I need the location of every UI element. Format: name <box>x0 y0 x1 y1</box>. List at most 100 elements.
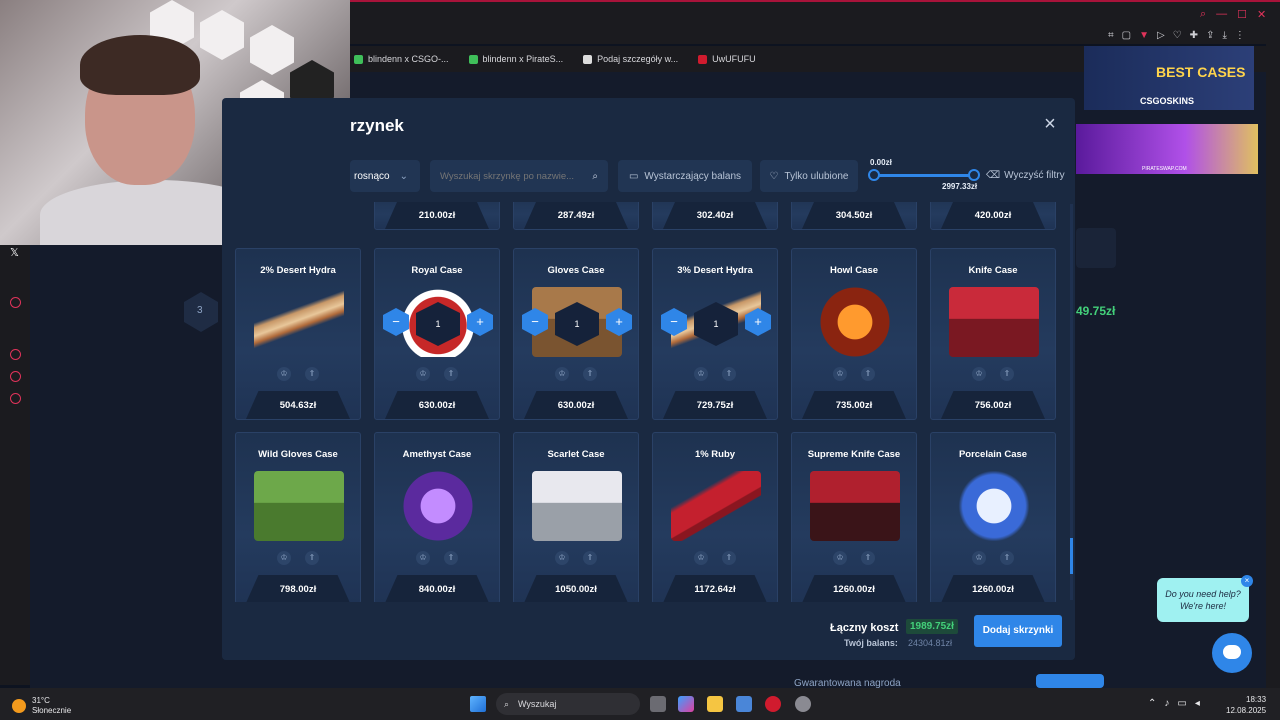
sufficient-balance-toggle[interactable]: ▭ Wystarczający balans <box>618 160 752 192</box>
upgrade-icon[interactable]: ⇑ <box>583 551 597 565</box>
increase-button[interactable]: + <box>606 308 632 336</box>
search-icon[interactable]: ⌕ <box>1200 8 1206 21</box>
crown-icon[interactable]: ♔ <box>833 551 847 565</box>
menu-icon[interactable]: ⋮ <box>1235 30 1245 41</box>
settings-icon[interactable] <box>10 393 21 404</box>
play-icon[interactable]: ▷ <box>1157 30 1165 41</box>
upgrade-icon[interactable]: ⇑ <box>722 551 736 565</box>
crown-icon[interactable]: ♔ <box>972 551 986 565</box>
crown-icon[interactable]: ♔ <box>416 551 430 565</box>
favorites-toggle[interactable]: ♡ Tylko ulubione <box>760 160 858 192</box>
case-card[interactable]: Knife Case ♔ ⇑ 756.00zł <box>930 248 1056 420</box>
ad-banner-best-cases[interactable]: BEST CASES CSGOSKINS <box>1084 46 1254 110</box>
upgrade-icon[interactable]: ⇑ <box>444 551 458 565</box>
puzzle-icon[interactable]: ✚ <box>1190 30 1198 41</box>
pocket-icon[interactable]: ▼ <box>1139 30 1149 41</box>
help-bubble[interactable]: Do you need help? We're here! <box>1157 578 1249 622</box>
minimize-icon[interactable]: — <box>1216 8 1227 21</box>
crown-icon[interactable]: ♔ <box>277 551 291 565</box>
explorer-icon[interactable] <box>707 696 723 712</box>
add-cases-button[interactable]: Dodaj skrzynki <box>974 615 1062 647</box>
heart-icon[interactable]: ♡ <box>1173 30 1182 41</box>
sort-select[interactable]: rosnąco ⌄ <box>350 160 420 192</box>
chat-icon[interactable] <box>10 371 21 382</box>
grid-scroll-thumb[interactable] <box>1070 538 1073 574</box>
case-card[interactable]: 2% Desert Hydra ♔ ⇑ 504.63zł <box>235 248 361 420</box>
crown-icon[interactable]: ♔ <box>277 367 291 381</box>
upgrade-icon[interactable]: ⇑ <box>861 551 875 565</box>
decrease-button[interactable]: − <box>522 308 548 336</box>
range-handle-max[interactable] <box>968 169 980 181</box>
scrollbar-right[interactable] <box>1266 44 1280 688</box>
volume-icon[interactable]: ◂ <box>1195 698 1200 709</box>
increase-button[interactable]: + <box>467 308 493 336</box>
clock-icon[interactable] <box>10 349 21 360</box>
case-card[interactable]: Gloves Case −1 + ♔ ⇑ 630.00zł <box>513 248 639 420</box>
case-card[interactable]: Porcelain Case ♔ ⇑ 1260.00zł <box>930 432 1056 602</box>
extension-icon[interactable]: ⌗ <box>1108 30 1114 41</box>
clock[interactable]: 18:33 12.08.2025 <box>1226 694 1266 716</box>
upgrade-icon[interactable]: ⇑ <box>1000 367 1014 381</box>
close-icon[interactable]: × <box>1241 575 1253 587</box>
start-button[interactable] <box>470 696 486 712</box>
upgrade-icon[interactable]: ⇑ <box>722 367 736 381</box>
bookmark-item[interactable]: Podaj szczegóły w... <box>583 54 678 64</box>
case-card[interactable]: 210.00zł <box>374 202 500 230</box>
chevron-up-icon[interactable]: ⌃ <box>1148 698 1156 709</box>
case-card[interactable]: Amethyst Case ♔ ⇑ 840.00zł <box>374 432 500 602</box>
upgrade-icon[interactable]: ⇑ <box>583 367 597 381</box>
share-icon[interactable]: ⇪ <box>1206 30 1214 41</box>
bookmark-item[interactable]: UwUFUFU <box>698 54 756 64</box>
opera-gx-icon[interactable] <box>765 696 781 712</box>
x-icon[interactable]: 𝕏 <box>10 246 19 259</box>
store-icon[interactable] <box>736 696 752 712</box>
case-card[interactable]: 420.00zł <box>930 202 1056 230</box>
taskbar-search[interactable]: ⌕ Wyszukaj <box>496 693 640 715</box>
decrease-button[interactable]: − <box>661 308 687 336</box>
increase-button[interactable]: + <box>745 308 771 336</box>
sidebar-icon[interactable] <box>10 297 21 308</box>
case-card[interactable]: Royal Case −1 + ♔ ⇑ 630.00zł <box>374 248 500 420</box>
upgrade-icon[interactable]: ⇑ <box>861 367 875 381</box>
crown-icon[interactable]: ♔ <box>555 551 569 565</box>
app-icon[interactable] <box>795 696 811 712</box>
close-window-icon[interactable]: ✕ <box>1257 8 1266 21</box>
crown-icon[interactable]: ♔ <box>694 367 708 381</box>
range-handle-min[interactable] <box>868 169 880 181</box>
weather-widget[interactable]: 31°C Słonecznie <box>12 696 71 716</box>
case-card[interactable]: 3% Desert Hydra −1 + ♔ ⇑ 729.75zł <box>652 248 778 420</box>
case-card[interactable]: 287.49zł <box>513 202 639 230</box>
case-card[interactable]: 304.50zł <box>791 202 917 230</box>
case-card[interactable]: Howl Case ♔ ⇑ 735.00zł <box>791 248 917 420</box>
price-range-slider[interactable] <box>874 174 974 177</box>
case-card[interactable]: Supreme Knife Case ♔ ⇑ 1260.00zł <box>791 432 917 602</box>
upgrade-icon[interactable]: ⇑ <box>305 551 319 565</box>
bookmark-item[interactable]: blindenn x PirateS... <box>468 54 563 64</box>
mic-icon[interactable]: ♪ <box>1164 698 1169 709</box>
crown-icon[interactable]: ♔ <box>416 367 430 381</box>
upgrade-icon[interactable]: ⇑ <box>305 367 319 381</box>
crown-icon[interactable]: ♔ <box>972 367 986 381</box>
chat-button[interactable] <box>1212 633 1252 673</box>
case-card[interactable]: Wild Gloves Case ♔ ⇑ 798.00zł <box>235 432 361 602</box>
upgrade-icon[interactable]: ⇑ <box>1000 551 1014 565</box>
case-card[interactable]: 1% Ruby ♔ ⇑ 1172.64zł <box>652 432 778 602</box>
clear-filters-button[interactable]: ⌫ Wyczyść filtry <box>986 170 1065 181</box>
network-icon[interactable]: ▭ <box>1177 698 1186 709</box>
search-icon[interactable]: ⌕ <box>592 171 598 182</box>
search-input[interactable] <box>440 170 580 182</box>
search-field[interactable]: ⌕ <box>430 160 608 192</box>
crown-icon[interactable]: ♔ <box>555 367 569 381</box>
copilot-icon[interactable] <box>678 696 694 712</box>
crown-icon[interactable]: ♔ <box>694 551 708 565</box>
crown-icon[interactable]: ♔ <box>833 367 847 381</box>
decrease-button[interactable]: − <box>383 308 409 336</box>
bookmark-item[interactable]: blindenn x CSGO-... <box>354 54 449 64</box>
task-view-icon[interactable] <box>650 696 666 712</box>
case-card[interactable]: 302.40zł <box>652 202 778 230</box>
upgrade-icon[interactable]: ⇑ <box>444 367 458 381</box>
screenshot-icon[interactable]: ▢ <box>1122 30 1131 41</box>
case-card[interactable]: Scarlet Case ♔ ⇑ 1050.00zł <box>513 432 639 602</box>
download-icon[interactable]: ⤓ <box>1222 30 1226 41</box>
maximize-icon[interactable]: ☐ <box>1237 8 1247 21</box>
